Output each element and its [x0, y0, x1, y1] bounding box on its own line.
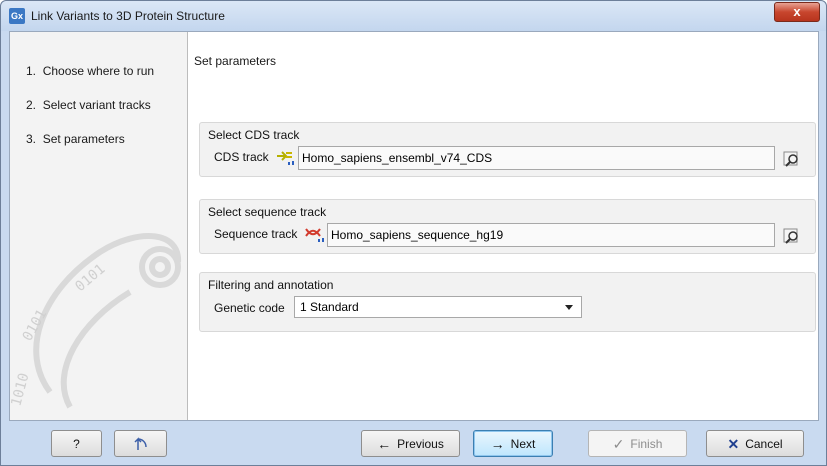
- finish-button[interactable]: ✓ Finish: [588, 430, 687, 457]
- help-button[interactable]: ?: [51, 430, 102, 457]
- step-number: 1.: [26, 64, 37, 78]
- wizard-steps-sidebar: 1. Choose where to run 2. Select variant…: [10, 32, 188, 420]
- finish-label: Finish: [630, 436, 663, 451]
- reset-button[interactable]: [114, 430, 167, 457]
- step-number: 3.: [26, 132, 37, 146]
- step-label: Select variant tracks: [42, 98, 151, 112]
- reset-icon: [133, 436, 147, 450]
- cancel-button[interactable]: ✕ Cancel: [706, 430, 804, 457]
- dna-watermark-graphic: 0101 0101 1010: [10, 233, 181, 409]
- checkmark-icon: ✓: [612, 435, 625, 452]
- step-label: Set parameters: [42, 132, 125, 146]
- next-button[interactable]: → Next: [473, 430, 553, 457]
- previous-button[interactable]: ← Previous: [361, 430, 460, 457]
- step-choose-where-to-run: 1. Choose where to run: [26, 64, 154, 78]
- genetic-code-label: Genetic code: [214, 301, 285, 315]
- group-heading: Filtering and annotation: [208, 278, 334, 292]
- help-label: ?: [73, 436, 80, 451]
- group-heading: Select CDS track: [208, 128, 300, 142]
- dialog-window: Gx Link Variants to 3D Protein Structure…: [0, 0, 827, 466]
- arrow-right-icon: →: [490, 435, 505, 452]
- step-set-parameters: 3. Set parameters: [26, 132, 125, 146]
- page-title: Set parameters: [194, 54, 277, 68]
- close-x-icon: ✕: [727, 435, 740, 452]
- cds-track-group: Select CDS track CDS track Homo_sapiens_…: [199, 122, 816, 177]
- browse-sequence-icon[interactable]: [782, 226, 802, 246]
- close-button[interactable]: x: [774, 2, 820, 22]
- filtering-annotation-group: Filtering and annotation Genetic code 1 …: [199, 272, 816, 332]
- svg-text:0101: 0101: [20, 307, 51, 344]
- dialog-body: 1. Choose where to run 2. Select variant…: [9, 31, 819, 421]
- sequence-track-icon: [305, 228, 324, 242]
- cancel-label: Cancel: [745, 436, 783, 451]
- window-title: Link Variants to 3D Protein Structure: [31, 9, 225, 23]
- sequence-track-label: Sequence track: [214, 227, 298, 241]
- title-bar[interactable]: Gx Link Variants to 3D Protein Structure…: [1, 1, 826, 31]
- sequence-track-field[interactable]: Homo_sapiens_sequence_hg19: [327, 223, 775, 247]
- step-number: 2.: [26, 98, 37, 112]
- cds-track-icon: [277, 151, 294, 165]
- app-logo-icon: Gx: [9, 8, 25, 24]
- arrow-left-icon: ←: [377, 435, 392, 452]
- genetic-code-select[interactable]: 1 Standard: [294, 296, 582, 318]
- sequence-track-group: Select sequence track Sequence track Hom…: [199, 199, 816, 254]
- cds-track-field[interactable]: Homo_sapiens_ensembl_v74_CDS: [298, 146, 775, 170]
- step-select-variant-tracks: 2. Select variant tracks: [26, 98, 151, 112]
- group-heading: Select sequence track: [208, 205, 327, 219]
- previous-label: Previous: [397, 436, 444, 451]
- next-label: Next: [510, 436, 536, 451]
- browse-cds-icon[interactable]: [782, 149, 802, 169]
- chevron-down-icon: [565, 305, 573, 310]
- cds-track-label: CDS track: [214, 150, 269, 164]
- genetic-code-value: 1 Standard: [300, 300, 359, 314]
- step-label: Choose where to run: [42, 64, 155, 78]
- svg-text:1010: 1010: [10, 371, 33, 408]
